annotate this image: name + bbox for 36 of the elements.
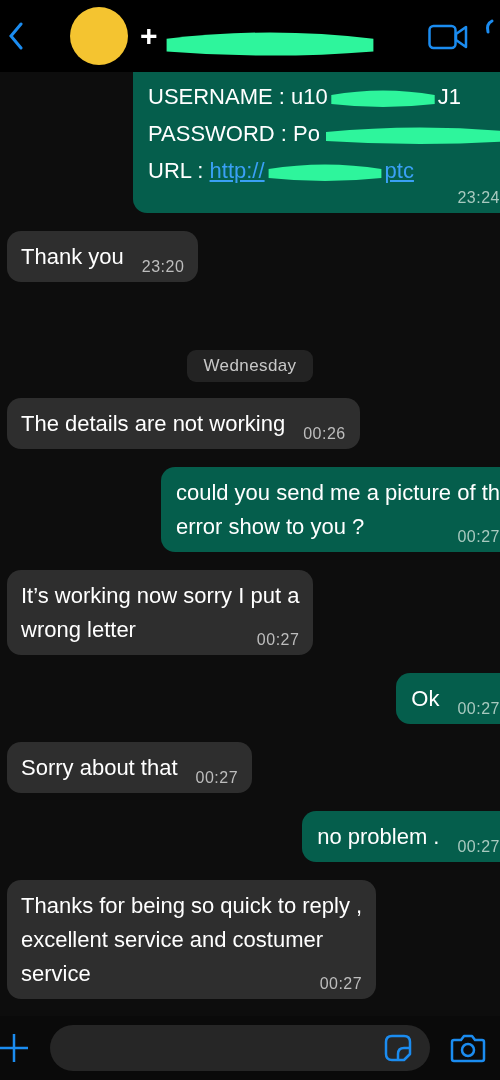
message-text: error show to you ? — [175, 513, 365, 541]
message-time: 00:27 — [256, 630, 300, 650]
link[interactable]: ptc — [384, 158, 414, 183]
message-time: 00:27 — [457, 527, 500, 547]
message-text: J1 — [437, 84, 461, 109]
message-time: 00:27 — [195, 768, 239, 788]
message-text: The details are not working — [21, 410, 286, 438]
avatar-icon[interactable] — [70, 7, 128, 65]
message-time: 00:27 — [457, 837, 500, 857]
message-text: URL : — [148, 158, 205, 183]
message-time: 00:26 — [303, 424, 346, 444]
back-icon[interactable] — [8, 22, 24, 50]
message-text: USERNAME : u10 — [148, 84, 328, 109]
video-call-icon[interactable] — [428, 24, 468, 50]
message-text: Sorry about that — [21, 754, 178, 782]
message-time: 23:20 — [141, 257, 185, 277]
message-text: could you send me a picture of th — [175, 479, 500, 507]
message-time: 23:24 — [457, 188, 500, 208]
plus-icon[interactable] — [0, 1033, 30, 1063]
message-text: excellent service and costumer — [21, 926, 325, 954]
message-text: Thanks for being so quick to reply , — [21, 892, 363, 920]
sticker-icon[interactable] — [384, 1034, 412, 1062]
camera-icon[interactable] — [450, 1033, 486, 1063]
date-chip: Wednesday — [187, 350, 313, 382]
contact-name[interactable]: + — [140, 19, 158, 53]
message-input[interactable] — [50, 1025, 430, 1071]
message-time: 00:27 — [319, 974, 363, 994]
message-text: Thank you — [21, 243, 124, 271]
message-text: service — [21, 960, 91, 988]
message-text: wrong letter — [21, 616, 136, 644]
message-text: It’s working now sorry I put a — [21, 582, 300, 610]
message-text: PASSWORD : Po — [148, 121, 320, 146]
message-text: no problem . — [317, 823, 440, 851]
message-time: 00:27 — [457, 699, 500, 719]
link[interactable]: http:// — [209, 158, 265, 183]
message-text: Ok — [411, 685, 440, 713]
